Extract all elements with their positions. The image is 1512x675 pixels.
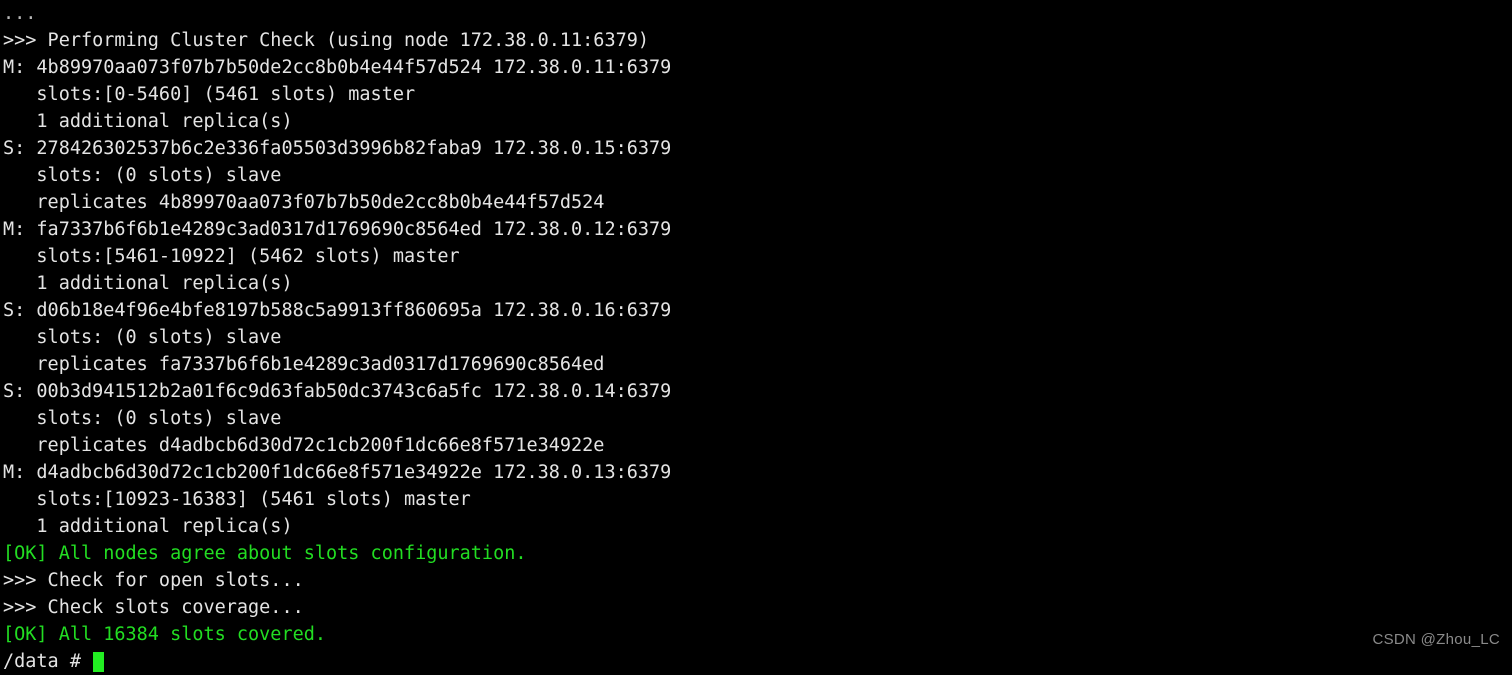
terminal-line: >>> Check for open slots... [3, 570, 304, 591]
terminal-prompt-line[interactable]: /data # [0, 648, 1512, 675]
terminal-output: ... >>> Performing Cluster Check (using n… [0, 0, 1512, 648]
terminal-line: S: 00b3d941512b2a01f6c9d63fab50dc3743c6a… [3, 381, 672, 402]
terminal-line: slots: (0 slots) slave [3, 327, 282, 348]
terminal-line: >>> Performing Cluster Check (using node… [3, 30, 650, 51]
terminal-line: S: 278426302537b6c2e336fa05503d3996b82fa… [3, 138, 672, 159]
terminal-window[interactable]: ... >>> Performing Cluster Check (using n… [0, 0, 1512, 672]
terminal-line: M: fa7337b6f6b1e4289c3ad0317d1769690c856… [3, 219, 672, 240]
terminal-line: >>> Check slots coverage... [3, 597, 304, 618]
terminal-line: S: d06b18e4f96e4bfe8197b588c5a9913ff8606… [3, 300, 672, 321]
text-cursor [93, 651, 105, 672]
prompt-text: /data # [3, 651, 93, 672]
watermark: CSDN @Zhou_LC [1372, 631, 1500, 648]
terminal-line: slots:[5461-10922] (5462 slots) master [3, 246, 460, 267]
terminal-line: M: d4adbcb6d30d72c1cb200f1dc66e8f571e349… [3, 462, 672, 483]
terminal-line: replicates d4adbcb6d30d72c1cb200f1dc66e8… [3, 435, 605, 456]
terminal-line: 1 additional replica(s) [3, 273, 293, 294]
terminal-line: slots: (0 slots) slave [3, 408, 282, 429]
terminal-line: [OK] All nodes agree about slots configu… [3, 543, 527, 564]
terminal-line: ... [3, 3, 37, 24]
terminal-line: slots:[10923-16383] (5461 slots) master [3, 489, 471, 510]
terminal-line: slots: (0 slots) slave [3, 165, 282, 186]
terminal-line: slots:[0-5460] (5461 slots) master [3, 84, 416, 105]
terminal-line: replicates 4b89970aa073f07b7b50de2cc8b0b… [3, 192, 605, 213]
terminal-line: M: 4b89970aa073f07b7b50de2cc8b0b4e44f57d… [3, 57, 672, 78]
terminal-line: [OK] All 16384 slots covered. [3, 624, 327, 645]
terminal-line: 1 additional replica(s) [3, 516, 293, 537]
terminal-line: replicates fa7337b6f6b1e4289c3ad0317d176… [3, 354, 605, 375]
terminal-line: 1 additional replica(s) [3, 111, 293, 132]
